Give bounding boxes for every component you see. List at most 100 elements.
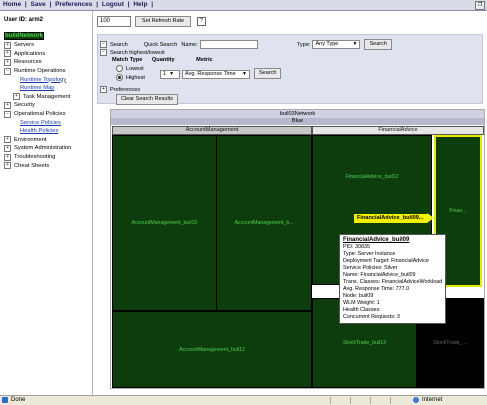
refresh-toolbar: 100 Set Refresh Rate ?: [97, 15, 206, 27]
chevron-down-icon: ▼: [352, 41, 358, 47]
expand-icon[interactable]: +: [4, 50, 11, 58]
selected-server-callout: FinancialAdvice_buil09...: [354, 214, 427, 223]
tree-item-troubleshooting[interactable]: + Troubleshooting: [4, 153, 92, 162]
expand-icon[interactable]: +: [4, 153, 11, 161]
top-nav-bar: Home | Save | Preferences | Logout | Hel…: [0, 0, 487, 11]
collapse-icon[interactable]: −: [100, 49, 107, 56]
am-cluster-header[interactable]: AccountManagement: [112, 126, 312, 135]
cell-name: buildNetwork: [4, 32, 45, 40]
tree-item-servers[interactable]: + Servers: [4, 41, 92, 50]
tooltip-line: Node: buil09: [343, 293, 374, 299]
collapse-icon[interactable]: −: [4, 67, 11, 75]
collapse-icon[interactable]: −: [4, 110, 11, 118]
tree-link-health-policies[interactable]: Health Policies: [4, 127, 92, 136]
fa-cluster-header[interactable]: FinancialAdvice: [312, 126, 484, 135]
nav-separator: |: [24, 1, 27, 8]
expand-icon[interactable]: +: [4, 41, 11, 49]
server-am-buil10[interactable]: AccountManagement_buil10: [112, 135, 217, 311]
server-tooltip: FinancialAdvice_buil09 PID: 30835 Type: …: [339, 234, 447, 324]
status-divider: [330, 397, 331, 404]
status-zone: Internet: [413, 397, 442, 403]
nav-separator: |: [127, 1, 130, 8]
top-nav: Home | Save | Preferences | Logout | Hel…: [3, 1, 155, 8]
expand-icon[interactable]: +: [13, 93, 20, 101]
tree-item-operational-policies[interactable]: − Operational Policies: [4, 110, 92, 119]
tooltip-line: Name: FinancialAdvice_buil09: [343, 272, 416, 278]
tree-link-runtime-topology[interactable]: Runtime Topology: [4, 75, 92, 84]
tree-item-task-management[interactable]: + Task Management: [4, 93, 92, 102]
nav-logout-link[interactable]: Logout: [102, 1, 124, 8]
expand-icon[interactable]: +: [100, 86, 107, 93]
tooltip-line: WLM Weight: 1: [343, 300, 380, 306]
status-divider: [390, 397, 391, 404]
radio-highest[interactable]: Highest: [116, 74, 145, 81]
nav-preferences-link[interactable]: Preferences: [55, 1, 92, 8]
chevron-down-icon: ▼: [169, 71, 175, 77]
tree-item-security[interactable]: + Security: [4, 101, 92, 110]
quick-search-label: Quick Search: [143, 41, 178, 48]
tree-item-runtime-operations[interactable]: − Runtime Operations: [4, 67, 92, 76]
highest-lowest-headers: Match Type Quantity Metric: [112, 57, 221, 63]
tooltip-line: Concurrent Requests: 3: [343, 314, 400, 320]
name-label: Name:: [181, 41, 198, 48]
tree-item-system-administration[interactable]: + System Administration: [4, 144, 92, 153]
expand-icon[interactable]: +: [4, 162, 11, 170]
nav-separator: |: [96, 1, 99, 8]
expand-icon[interactable]: +: [4, 136, 11, 144]
nav-separator: |: [49, 1, 52, 8]
type-select[interactable]: Any Type ▼: [312, 40, 361, 49]
help-icon[interactable]: ?: [197, 16, 206, 26]
search-panel: − Search Quick Search Name: Type: Any Ty…: [97, 34, 483, 105]
network-header[interactable]: buil03Network: [111, 110, 484, 118]
nav-separator: |: [151, 1, 154, 8]
left-navigation: User ID: arm2 buildNetwork + Servers + App…: [0, 11, 93, 395]
tooltip-line: Health Classes:: [343, 307, 381, 313]
server-am-b[interactable]: AccountManagement_b...: [216, 135, 312, 311]
tree-item-environment[interactable]: + Environment: [4, 136, 92, 145]
type-label: Type:: [296, 41, 311, 48]
expand-icon[interactable]: +: [4, 58, 11, 66]
refresh-rate-input[interactable]: 100: [97, 15, 131, 27]
tooltip-line: Deployment Target: FinancialAdvice: [343, 258, 429, 264]
quick-search-button[interactable]: Search: [364, 39, 392, 50]
nav-tree: + Servers + Applications + Resources − Runti…: [4, 41, 92, 170]
tree-item-applications[interactable]: + Applications: [4, 50, 92, 59]
match-type-header: Match Type: [112, 57, 143, 63]
tooltip-line: PID: 30835: [343, 244, 370, 250]
preferences-label[interactable]: Preferences: [110, 87, 140, 93]
highest-lowest-search-button[interactable]: Search: [254, 68, 282, 79]
tooltip-line: Trans. Classes: FinancialAdviceWorkload: [343, 279, 443, 285]
restore-icon[interactable]: ❐: [475, 1, 485, 10]
main-content: 100 Set Refresh Rate ? − Search Quick Se…: [93, 11, 487, 395]
chevron-down-icon: ▼: [242, 71, 247, 77]
user-id: User ID: arm2: [4, 17, 44, 23]
tree-link-service-policies[interactable]: Service Policies: [4, 118, 92, 127]
nav-help-link[interactable]: Help: [133, 1, 147, 8]
tree-item-cheat-sheets[interactable]: + Cheat Sheets: [4, 161, 92, 170]
name-search-input[interactable]: [199, 40, 258, 49]
server-am-buil12[interactable]: AccountManagement_buil12: [112, 311, 312, 388]
group-header-blue[interactable]: Blue: [111, 118, 484, 125]
search-section-label: Search: [110, 41, 128, 48]
set-refresh-rate-button[interactable]: Set Refresh Rate: [135, 15, 191, 27]
callout-arrow-icon: [427, 213, 434, 223]
tree-item-resources[interactable]: + Resources: [4, 58, 92, 67]
nav-save-link[interactable]: Save: [31, 1, 46, 8]
runtime-map[interactable]: buil03Network Blue AccountManagement Fin…: [110, 109, 485, 389]
radio-button[interactable]: [116, 74, 123, 81]
quantity-select[interactable]: 1 ▼: [160, 70, 180, 79]
status-divider: [370, 397, 371, 404]
expand-icon[interactable]: +: [4, 101, 11, 109]
radio-lowest[interactable]: Lowest: [116, 65, 144, 72]
page-icon: [2, 397, 8, 403]
expand-icon[interactable]: +: [4, 144, 11, 152]
tree-link-runtime-map[interactable]: Runtime Map: [4, 84, 92, 93]
metric-select[interactable]: Avg. Response Time ▼: [182, 70, 250, 79]
tooltip-line: Type: Server Instance: [343, 251, 396, 257]
radio-button[interactable]: [116, 65, 123, 72]
tooltip-line: Avg. Response Time: 777.0: [343, 286, 410, 292]
tooltip-line: Service Policies: Silver: [343, 265, 398, 271]
collapse-icon[interactable]: −: [100, 41, 107, 48]
clear-search-results-button[interactable]: Clear Search Results: [116, 94, 178, 105]
nav-home-link[interactable]: Home: [3, 1, 21, 8]
